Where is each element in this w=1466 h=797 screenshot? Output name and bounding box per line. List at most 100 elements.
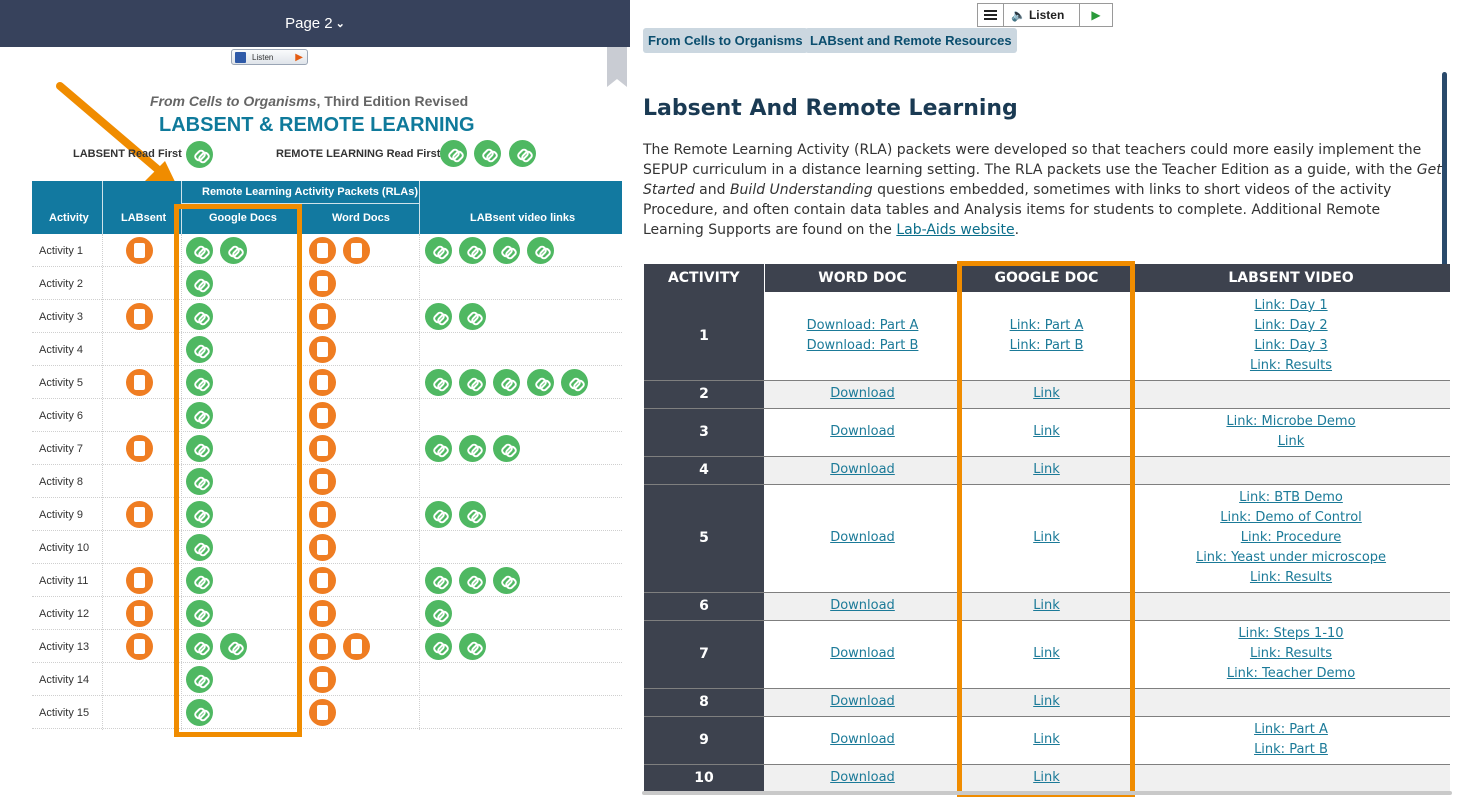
document-icon[interactable] xyxy=(309,369,336,396)
video-link[interactable]: Link: Day 1 xyxy=(1132,296,1450,316)
link-icon[interactable] xyxy=(425,369,452,396)
link-icon[interactable] xyxy=(459,237,486,264)
document-icon[interactable] xyxy=(343,237,370,264)
document-icon[interactable] xyxy=(309,699,336,726)
word-download-link[interactable]: Download xyxy=(764,460,961,480)
video-link[interactable]: Link xyxy=(1132,432,1450,452)
document-icon[interactable] xyxy=(126,435,153,462)
video-link[interactable]: Link: Procedure xyxy=(1132,528,1450,548)
video-link[interactable]: Link: Part A xyxy=(1132,720,1450,740)
video-cell: Link: Day 1 Link: Day 2 Link: Day 3 Link: R… xyxy=(1132,292,1450,381)
doc-subtitle-rest: , Third Edition Revised xyxy=(316,93,469,109)
document-icon[interactable] xyxy=(309,534,336,561)
link-icon[interactable] xyxy=(561,369,588,396)
document-icon[interactable] xyxy=(126,501,153,528)
listen-button[interactable]: Listen xyxy=(1029,8,1064,22)
link-icon[interactable] xyxy=(425,600,452,627)
chevron-down-icon: ⌄ xyxy=(335,18,345,30)
word-download-link[interactable]: Download xyxy=(764,692,961,712)
link-icon[interactable] xyxy=(493,237,520,264)
link-icon[interactable] xyxy=(527,369,554,396)
link-icon[interactable] xyxy=(425,435,452,462)
link-icon[interactable] xyxy=(425,303,452,330)
word-cell: Download xyxy=(764,764,961,793)
word-cell: Download: Part A Download: Part B xyxy=(764,292,961,381)
document-icon[interactable] xyxy=(309,633,336,660)
link-icon[interactable] xyxy=(459,369,486,396)
pdf-viewer-panel: Page 2 ⌄ Listen ▶ From Cells to Organism… xyxy=(0,0,630,797)
video-link[interactable]: Link: Day 2 xyxy=(1132,316,1450,336)
video-link[interactable]: Link: Demo of Control xyxy=(1132,508,1450,528)
video-link[interactable]: Link: Steps 1-10 xyxy=(1132,624,1450,644)
col-labsent-video: LABSENT VIDEO xyxy=(1132,264,1451,292)
link-icon[interactable] xyxy=(186,141,213,168)
page-selector[interactable]: Page 2 ⌄ xyxy=(0,0,630,47)
horizontal-scrollbar[interactable] xyxy=(642,791,1452,795)
document-icon[interactable] xyxy=(126,600,153,627)
video-link[interactable]: Link: BTB Demo xyxy=(1132,488,1450,508)
bookmark-icon[interactable] xyxy=(607,47,627,87)
document-icon[interactable] xyxy=(126,237,153,264)
word-cell: Download xyxy=(764,380,961,409)
link-icon[interactable] xyxy=(425,633,452,660)
word-download-link[interactable]: Download xyxy=(764,384,961,404)
word-download-link[interactable]: Download: Part B xyxy=(764,336,961,356)
word-download-link[interactable]: Download xyxy=(764,644,961,664)
link-icon[interactable] xyxy=(425,567,452,594)
document-icon[interactable] xyxy=(126,369,153,396)
link-icon[interactable] xyxy=(493,435,520,462)
lab-aids-link[interactable]: Lab-Aids website xyxy=(896,222,1014,238)
document-icon[interactable] xyxy=(126,633,153,660)
link-icon[interactable] xyxy=(474,140,501,167)
video-link[interactable]: Link: Teacher Demo xyxy=(1132,664,1450,684)
document-icon[interactable] xyxy=(309,303,336,330)
word-download-link[interactable]: Download xyxy=(764,730,961,750)
link-icon[interactable] xyxy=(459,567,486,594)
document-icon[interactable] xyxy=(309,270,336,297)
word-download-link[interactable]: Download xyxy=(764,422,961,442)
breadcrumb-labsent-resources[interactable]: LABsent and Remote Resources xyxy=(805,28,1017,53)
document-icon[interactable] xyxy=(126,303,153,330)
link-icon[interactable] xyxy=(425,237,452,264)
link-icon[interactable] xyxy=(493,369,520,396)
mini-listen-button[interactable]: Listen ▶ xyxy=(231,49,308,65)
word-download-link[interactable]: Download xyxy=(764,528,961,548)
document-icon[interactable] xyxy=(309,666,336,693)
video-link[interactable]: Link: Results xyxy=(1132,644,1450,664)
document-icon[interactable] xyxy=(309,237,336,264)
document-icon[interactable] xyxy=(126,567,153,594)
link-icon[interactable] xyxy=(425,501,452,528)
video-link[interactable]: Link: Day 3 xyxy=(1132,336,1450,356)
link-icon[interactable] xyxy=(459,501,486,528)
word-download-link[interactable]: Download xyxy=(764,768,961,788)
link-icon[interactable] xyxy=(440,140,467,167)
video-link[interactable]: Link: Microbe Demo xyxy=(1132,412,1450,432)
breadcrumb-cells-to-organisms[interactable]: From Cells to Organisms xyxy=(643,28,808,53)
link-icon[interactable] xyxy=(459,303,486,330)
link-icon[interactable] xyxy=(459,633,486,660)
document-icon[interactable] xyxy=(309,567,336,594)
link-icon[interactable] xyxy=(509,140,536,167)
link-icon[interactable] xyxy=(527,237,554,264)
play-icon[interactable]: ▶ xyxy=(1079,4,1112,26)
video-link[interactable]: Link: Part B xyxy=(1132,740,1450,760)
col-word-doc: WORD DOC xyxy=(764,264,962,292)
document-icon[interactable] xyxy=(343,633,370,660)
video-cell: Link: Microbe Demo Link xyxy=(1132,408,1450,457)
word-download-link[interactable]: Download: Part A xyxy=(764,316,961,336)
document-icon[interactable] xyxy=(309,600,336,627)
link-icon[interactable] xyxy=(493,567,520,594)
document-icon[interactable] xyxy=(309,501,336,528)
video-link[interactable]: Link: Results xyxy=(1132,356,1450,376)
menu-icon[interactable] xyxy=(978,4,1004,26)
video-link[interactable]: Link: Results xyxy=(1132,568,1450,588)
activity-number: 9 xyxy=(644,716,764,765)
word-download-link[interactable]: Download xyxy=(764,596,961,616)
document-icon[interactable] xyxy=(309,468,336,495)
document-icon[interactable] xyxy=(309,402,336,429)
document-icon[interactable] xyxy=(309,435,336,462)
document-icon[interactable] xyxy=(309,336,336,363)
link-icon[interactable] xyxy=(459,435,486,462)
video-link[interactable]: Link: Yeast under microscope xyxy=(1132,548,1450,568)
activity-label: Activity 6 xyxy=(39,410,84,422)
